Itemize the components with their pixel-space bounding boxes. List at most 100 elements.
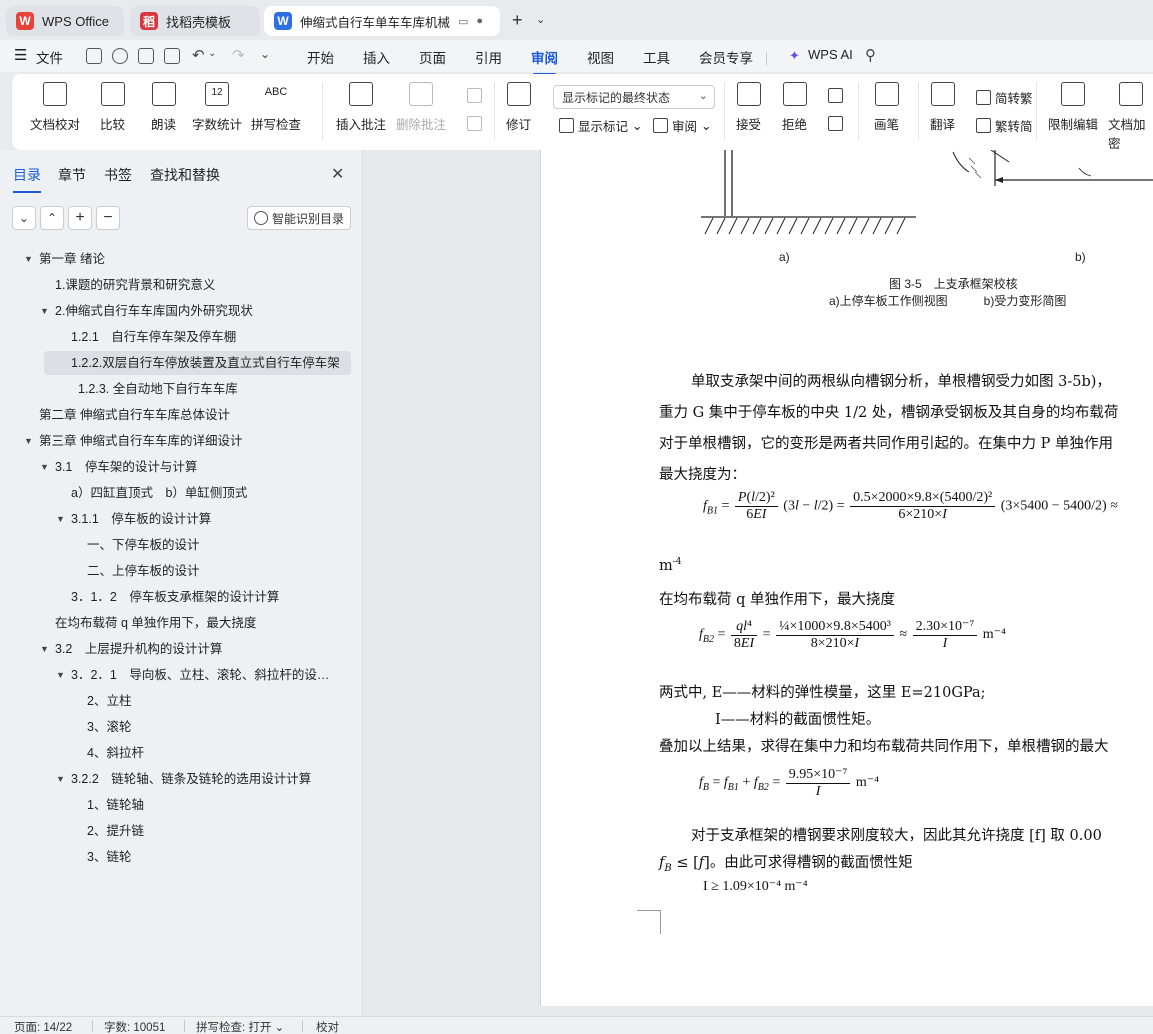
remove-heading-button[interactable]: − xyxy=(96,206,120,230)
toc-item[interactable]: a）四缸直顶式 b）单缸侧顶式 xyxy=(71,481,247,505)
print-icon[interactable] xyxy=(138,48,154,64)
to-traditional-button[interactable]: 简转繁 xyxy=(976,88,1033,107)
reject-button[interactable]: 拒绝 xyxy=(782,82,807,133)
compare-button[interactable]: 比较 xyxy=(100,82,125,133)
doc-encrypt-button[interactable]: 文档加密 xyxy=(1108,82,1153,152)
insert-comment-button[interactable]: 插入批注 xyxy=(336,82,386,133)
accept-button[interactable]: 接受 xyxy=(736,82,761,133)
hamburger-icon[interactable]: ☰ xyxy=(14,46,27,64)
menu-tools[interactable]: 工具 xyxy=(643,47,670,67)
revise-button[interactable]: 修订 xyxy=(506,82,531,133)
tab-find-replace[interactable]: 查找和替换 xyxy=(150,165,220,185)
review-pane-button[interactable]: 审阅 ⌄ xyxy=(653,116,712,135)
docer-logo-icon: 稻 xyxy=(140,12,158,30)
next-comment-button[interactable] xyxy=(467,116,482,131)
prev-change-button[interactable] xyxy=(828,88,843,103)
accept-icon xyxy=(736,82,761,106)
restrict-edit-button[interactable]: 限制编辑 xyxy=(1048,82,1098,133)
translate-icon xyxy=(930,82,955,106)
menu-insert[interactable]: 插入 xyxy=(363,47,390,67)
redo-icon[interactable]: ↷ xyxy=(232,46,245,64)
undo-dropdown-icon[interactable]: ⌄ xyxy=(208,48,216,59)
toc-item[interactable]: 第二章 伸缩式自行车车库总体设计 xyxy=(39,403,230,427)
tab-bookmarks[interactable]: 书签 xyxy=(104,165,132,185)
spell-check-icon: ABC xyxy=(264,86,288,98)
toc-item[interactable]: 一、下停车板的设计 xyxy=(87,533,200,557)
word-count-button[interactable]: 12 字数统计 xyxy=(192,82,242,133)
toc-item[interactable]: ▼ 3．2．1 导向板、立柱、滚轮、斜拉杆的设计计算 xyxy=(56,663,336,687)
toc-item[interactable]: ▼ 2.伸缩式自行车车库国内外研究现状 xyxy=(40,299,253,323)
menu-view[interactable]: 视图 xyxy=(587,47,614,67)
smart-toc-button[interactable]: 智能识别目录 xyxy=(247,206,351,230)
toc-item[interactable]: ▼ 3.1.1 停车板的设计计算 xyxy=(56,507,211,531)
toc-item[interactable]: ▼ 第一章 绪论 xyxy=(24,247,105,271)
undo-icon[interactable]: ↶ xyxy=(192,46,205,64)
prev-comment-button[interactable] xyxy=(467,88,482,103)
toc-item[interactable]: 2、立柱 xyxy=(87,689,131,713)
toc-item[interactable]: 4、斜拉杆 xyxy=(87,741,144,765)
minus-icon: − xyxy=(103,209,113,226)
toc-item[interactable]: 3、滚轮 xyxy=(87,715,131,739)
pen-button[interactable]: 画笔 xyxy=(874,82,899,133)
ribbon-divider xyxy=(724,82,725,140)
toc-item[interactable]: 2、提升链 xyxy=(87,819,144,843)
move-up-button[interactable]: ⌃ xyxy=(40,206,64,230)
add-heading-button[interactable]: + xyxy=(68,206,92,230)
toc-label: 3．1．2 停车板支承框架的设计计算 xyxy=(71,590,280,604)
toc-item[interactable]: 1.2.3. 全自动地下自行车车库 xyxy=(78,377,238,401)
formula-fb2: fB2 = ql⁴ 8EI = ¼×1000×9.8×5400³ 8×210×I ≈… xyxy=(699,618,1006,652)
read-aloud-button[interactable]: 朗读 xyxy=(151,82,176,133)
menu-file[interactable]: 文件 xyxy=(36,47,63,67)
tab-list-chevron-icon[interactable]: ⌄ xyxy=(536,13,545,26)
tab-document[interactable]: W 伸缩式自行车单车车库机械设计 ▭ ● xyxy=(264,6,500,36)
search-icon[interactable]: ⚲ xyxy=(865,46,876,64)
tab-wps-office[interactable]: W WPS Office xyxy=(6,6,124,36)
toc-item[interactable]: ▼ 3.1 停车架的设计与计算 xyxy=(40,455,197,479)
spell-check-button[interactable]: ABC 拼写检查 xyxy=(251,82,301,133)
next-change-button[interactable] xyxy=(828,116,843,131)
toc-item[interactable]: 1.2.2.双层自行车停放装置及直立式自行车停车架 xyxy=(71,351,340,375)
paragraph-text: 在均布载荷 q 单独作用下，最大挠度 xyxy=(659,592,895,608)
status-word-count[interactable]: 字数: 10051 xyxy=(104,1019,165,1034)
triangle-down-icon: ▼ xyxy=(40,306,49,316)
status-page[interactable]: 页面: 14/22 xyxy=(14,1019,72,1034)
toc-item[interactable]: 在均布载荷 q 单独作用下，最大挠度 xyxy=(55,611,256,635)
toc-item[interactable]: ▼ 第三章 伸缩式自行车车库的详细设计 xyxy=(24,429,242,453)
toc-label: 在均布载荷 q 单独作用下，最大挠度 xyxy=(55,616,257,630)
reject-icon xyxy=(782,82,807,106)
markup-state-select[interactable]: 显示标记的最终状态 ⌄ xyxy=(553,85,715,109)
document-page[interactable]: a) b) 图 3-5 上支承框架校核 a)上停车板工作侧视图 b)受力变形简图… xyxy=(540,150,1153,1006)
delete-comment-button[interactable]: 删除批注 xyxy=(396,82,446,133)
toc-item[interactable]: 1.2.1 自行车停车架及停车棚 xyxy=(71,325,236,349)
toc-item[interactable]: 二、上停车板的设计 xyxy=(87,559,200,583)
menu-review[interactable]: 审阅 xyxy=(531,47,558,75)
doc-check-button[interactable]: 文档校对 xyxy=(30,82,80,133)
print-preview-icon[interactable] xyxy=(164,48,180,64)
collapse-all-button[interactable]: ⌄ xyxy=(12,206,36,230)
toc-item[interactable]: ▼ 3.2 上层提升机构的设计计算 xyxy=(40,637,222,661)
tab-toc[interactable]: 目录 xyxy=(13,165,41,193)
menu-wps-ai[interactable]: WPS AI xyxy=(808,47,853,62)
menu-start[interactable]: 开始 xyxy=(307,47,334,67)
toc-label: 3．2．1 导向板、立柱、滚轮、斜拉杆的设计计算 xyxy=(71,668,336,682)
status-spell-check[interactable]: 拼写检查: 打开 ⌄ xyxy=(196,1019,284,1034)
toc-item[interactable]: 3、链轮 xyxy=(87,845,131,869)
save-icon[interactable] xyxy=(86,48,102,64)
status-proofread[interactable]: 校对 xyxy=(316,1019,339,1034)
toc-item[interactable]: 3．1．2 停车板支承框架的设计计算 xyxy=(71,585,279,609)
new-tab-plus-icon[interactable]: + xyxy=(512,10,523,31)
tab-templates[interactable]: 稻 找稻壳模板 xyxy=(130,6,260,36)
export-icon[interactable] xyxy=(112,48,128,64)
more-chevron-icon[interactable]: ⌄ xyxy=(260,47,270,61)
menu-member[interactable]: 会员专享 xyxy=(699,47,753,67)
show-markup-button[interactable]: 显示标记 ⌄ xyxy=(559,116,643,135)
menu-page[interactable]: 页面 xyxy=(419,47,446,67)
toc-item[interactable]: 1、链轮轴 xyxy=(87,793,144,817)
menu-reference[interactable]: 引用 xyxy=(475,47,502,67)
translate-button[interactable]: 翻译 xyxy=(930,82,955,133)
toc-item[interactable]: 1.课题的研究背景和研究意义 xyxy=(55,273,215,297)
close-icon[interactable]: ✕ xyxy=(331,164,344,184)
toc-item[interactable]: ▼ 3.2.2 链轮轴、链条及链轮的选用设计计算 xyxy=(56,767,311,791)
tab-chapters[interactable]: 章节 xyxy=(58,165,86,185)
to-simplified-button[interactable]: 繁转简 xyxy=(976,116,1033,135)
